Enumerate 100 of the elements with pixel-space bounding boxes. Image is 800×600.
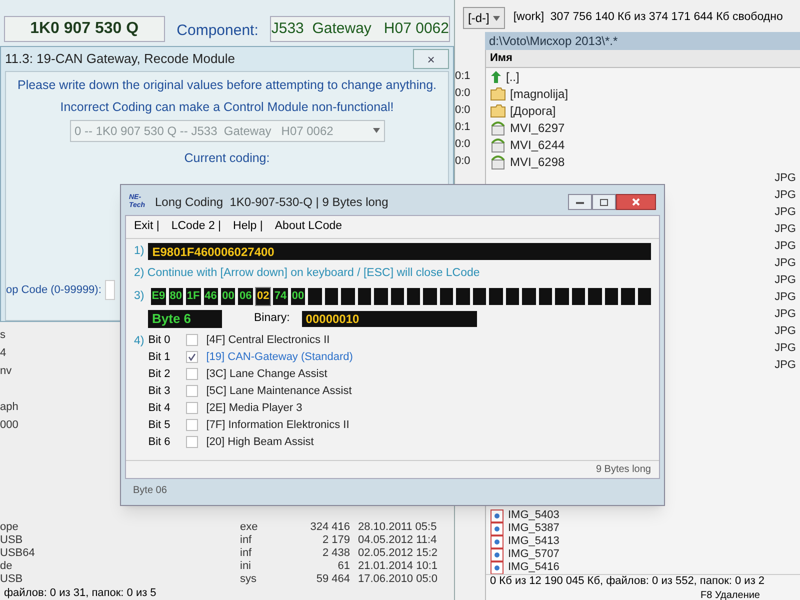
- menu-item[interactable]: LCode 2 |: [171, 218, 222, 236]
- component-label: Component:: [176, 20, 258, 40]
- close-button[interactable]: ×: [413, 49, 449, 69]
- status-text: Byte 06: [133, 484, 167, 498]
- file-extension: JPG: [774, 205, 796, 220]
- minimize-button[interactable]: [568, 194, 592, 210]
- file-name: MVI_6297: [510, 120, 565, 136]
- status-text: файлов: 0 из 31, папок: 0 из 5: [4, 586, 156, 600]
- file-extension: JPG: [774, 290, 796, 306]
- menu-item[interactable]: Help |: [233, 218, 263, 236]
- image-file-icon: [490, 560, 504, 574]
- dropdown-arrow-icon: [372, 128, 380, 133]
- instruction-text: 2) Continue with [Arrow down] on keyboard / [ESC] will close LCode: [134, 266, 481, 282]
- empty-byte-cell[interactable]: [472, 288, 486, 305]
- byte-cell[interactable]: 46: [204, 288, 218, 305]
- file-date: 02.05.2012 15:2: [357, 546, 438, 561]
- byte-cell[interactable]: E9: [151, 288, 166, 305]
- empty-byte-cell[interactable]: [374, 288, 388, 305]
- empty-byte-cell[interactable]: [522, 288, 536, 305]
- file-size: 2 179: [321, 533, 350, 548]
- empty-byte-cell[interactable]: [358, 288, 372, 305]
- menu-item[interactable]: Exit |: [134, 218, 160, 236]
- file-extension: JPG: [774, 171, 796, 186]
- current-coding-label: Current coding:: [184, 150, 270, 167]
- file-name: USB: [0, 534, 23, 546]
- image-file-icon: [490, 508, 504, 522]
- time-fragment: 0:0: [455, 86, 472, 101]
- byte-cell[interactable]: 02: [256, 288, 270, 305]
- file-extension: JPG: [774, 341, 796, 356]
- bit-description: [2E] Media Player 3: [206, 400, 302, 416]
- video-file-icon: [490, 120, 506, 136]
- menu-item[interactable]: About LCode: [274, 218, 342, 236]
- warning-text: Incorrect Coding can make a Control Module non-functional!: [60, 98, 394, 116]
- byte-cell[interactable]: 00: [220, 288, 236, 305]
- file-date: 04.05.2012 11:4: [357, 533, 437, 548]
- dropdown-arrow-icon: [493, 16, 500, 20]
- file-name: MVI_6244: [510, 136, 565, 154]
- function-key-label: F8 Удаление: [700, 589, 760, 600]
- byte-cell[interactable]: 00: [290, 288, 306, 305]
- empty-byte-cell[interactable]: [506, 288, 520, 305]
- drive-selector[interactable]: [-d-]: [463, 7, 506, 29]
- maximize-button[interactable]: [592, 194, 616, 210]
- bit-label: Bit 5: [148, 418, 172, 432]
- empty-byte-cell[interactable]: [440, 288, 454, 305]
- close-button[interactable]: [616, 194, 656, 210]
- empty-byte-cell[interactable]: [341, 288, 355, 305]
- maximize-icon: [600, 198, 608, 206]
- byte-cell[interactable]: 74: [273, 288, 288, 305]
- empty-byte-cell[interactable]: [423, 288, 437, 305]
- file-date: 28.10.2011 05:5: [357, 520, 437, 535]
- coding-field[interactable]: E9801F460006027400: [148, 243, 651, 260]
- file-size: 59 464: [315, 572, 350, 588]
- file-extension: JPG: [774, 358, 796, 374]
- empty-byte-cell[interactable]: [621, 288, 635, 305]
- empty-byte-cell[interactable]: [638, 288, 652, 305]
- empty-byte-cell[interactable]: [572, 288, 586, 305]
- bit-label: Bit 4: [148, 400, 172, 416]
- bit-checkbox[interactable]: [186, 368, 198, 380]
- checkmark-icon: [188, 352, 196, 361]
- bit-checkbox[interactable]: [186, 384, 198, 397]
- byte-cell[interactable]: 06: [238, 288, 253, 305]
- bit-checkbox[interactable]: [186, 436, 198, 448]
- file-name: [..]: [506, 68, 520, 86]
- empty-byte-cell[interactable]: [390, 288, 404, 305]
- path-bar: d:\Voto\Мисхор 2013\*.*: [485, 32, 800, 50]
- image-file-icon: [490, 534, 504, 548]
- empty-byte-cell[interactable]: [324, 288, 338, 305]
- file-extension: JPG: [774, 324, 796, 340]
- empty-byte-cell[interactable]: [604, 288, 618, 305]
- empty-byte-cell[interactable]: [308, 288, 322, 305]
- byte-cell[interactable]: 80: [168, 288, 184, 305]
- file-extension: sys: [240, 572, 258, 588]
- file-name: aph: [0, 400, 18, 415]
- time-fragment: 0:1: [455, 69, 472, 84]
- bit-checkbox[interactable]: [186, 418, 198, 431]
- empty-byte-cell[interactable]: [538, 288, 552, 305]
- shop-code-field[interactable]: [105, 280, 116, 300]
- byte-cell[interactable]: 1F: [186, 288, 201, 305]
- bit-description: [5C] Lane Maintenance Assist: [206, 384, 352, 398]
- bit-checkbox[interactable]: [186, 350, 198, 363]
- empty-byte-cell[interactable]: [456, 288, 470, 305]
- byte-indicator: Byte 6: [148, 310, 222, 328]
- file-name: MVI_6298: [510, 154, 565, 170]
- empty-byte-cell[interactable]: [489, 288, 503, 305]
- empty-byte-cell[interactable]: [406, 288, 420, 305]
- empty-byte-cell[interactable]: [588, 288, 602, 305]
- file-extension: JPG: [774, 222, 796, 238]
- bit-checkbox[interactable]: [186, 334, 198, 346]
- component-field: J533 Gateway H07 0062: [270, 16, 450, 42]
- step-number: 1): [134, 244, 144, 259]
- binary-field: 00000010: [302, 310, 477, 327]
- name-column-header[interactable]: Имя: [486, 50, 800, 68]
- bit-checkbox[interactable]: [186, 402, 198, 414]
- file-name: USB: [0, 573, 23, 586]
- file-name: IMG_5413: [508, 534, 560, 549]
- bit-label: Bit 2: [148, 366, 172, 382]
- file-extension: JPG: [774, 256, 796, 272]
- folder-icon: [490, 104, 506, 118]
- window-title: Long Coding 1K0-907-530-Q | 9 Bytes long: [155, 194, 388, 211]
- empty-byte-cell[interactable]: [555, 288, 569, 305]
